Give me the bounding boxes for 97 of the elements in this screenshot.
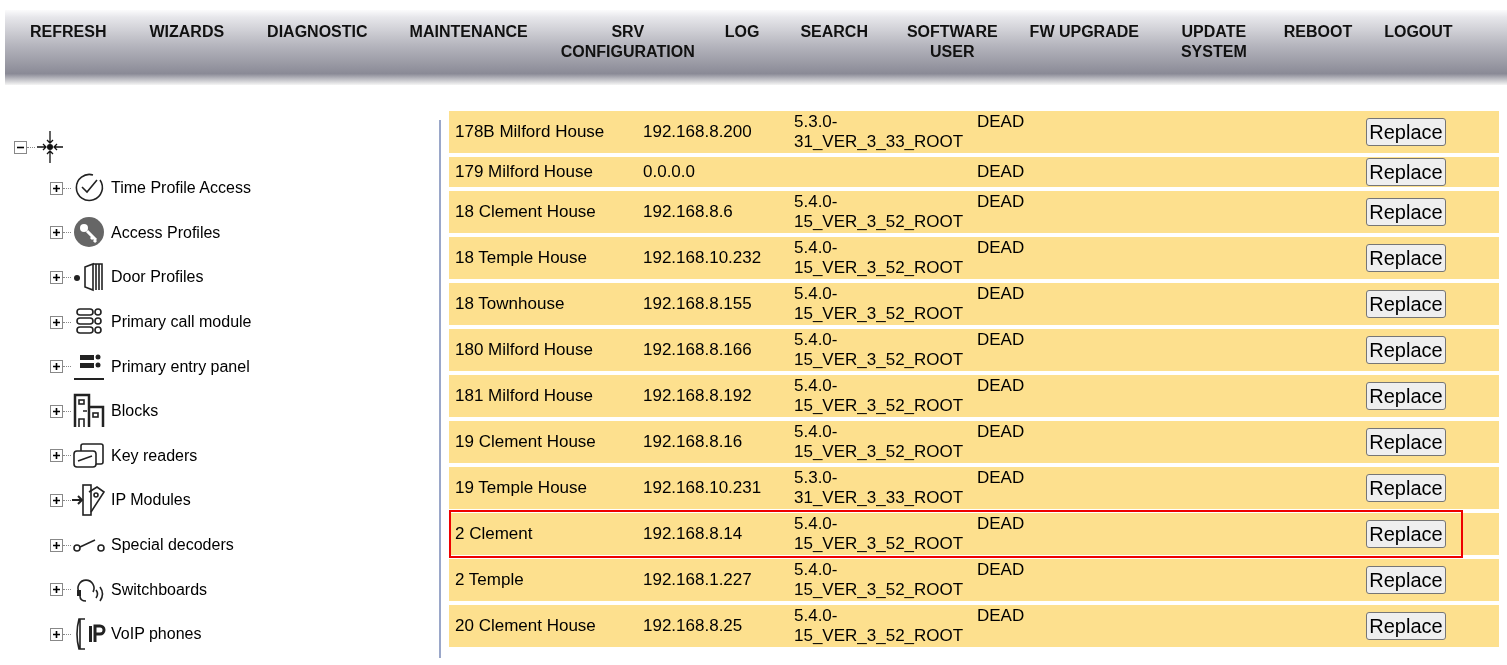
table-cell-text: 20 Clement House xyxy=(455,616,597,636)
expand-icon[interactable] xyxy=(50,627,63,641)
expand-icon[interactable] xyxy=(50,271,63,284)
table-cell-text: 192.168.1.227 xyxy=(643,570,753,590)
status-cell-text: DEAD xyxy=(977,192,1026,212)
crosshair-arrows-icon xyxy=(35,130,65,164)
status-cell-text: DEAD xyxy=(977,422,1026,442)
expand-icon[interactable] xyxy=(50,181,63,195)
table-cell-text: 192.168.10.232 xyxy=(643,248,763,268)
table-cell-text: 192.168.8.200 xyxy=(643,122,753,142)
status-cell-text: DEAD xyxy=(977,606,1026,626)
replace-button[interactable]: Replace xyxy=(1366,428,1446,456)
replace-button[interactable]: Replace xyxy=(1366,244,1446,272)
tree-item[interactable]: VoIP phones xyxy=(111,625,202,644)
menu-item[interactable]: REBOOT xyxy=(1283,22,1353,42)
replace-button[interactable]: Replace xyxy=(1366,382,1446,410)
table-cell-text: 2 Temple xyxy=(455,570,525,590)
expand-icon[interactable] xyxy=(50,226,63,240)
table-cell-text: 5.4.0-15_VER_3_52_ROOT xyxy=(794,284,965,324)
table-cell-text: 192.168.8.166 xyxy=(643,340,753,360)
table-cell-text: 0.0.0.0 xyxy=(643,162,696,182)
status-cell-text: DEAD xyxy=(977,468,1026,488)
menu-item[interactable]: SOFTWARE USER xyxy=(906,22,998,62)
table-cell-text: 179 Milford House xyxy=(455,162,594,182)
menu-item[interactable]: LOG xyxy=(724,22,760,42)
status-cell-text: DEAD xyxy=(977,162,1026,182)
table-cell-text: 5.4.0-15_VER_3_52_ROOT xyxy=(794,606,965,646)
collapse-icon[interactable] xyxy=(14,140,27,154)
table-cell-text: 192.168.8.14 xyxy=(643,524,744,544)
table-cell-text: 192.168.8.155 xyxy=(643,294,753,314)
menu-item[interactable]: FW UPGRADE xyxy=(1029,22,1139,42)
table-cell-text: 5.4.0-15_VER_3_52_ROOT xyxy=(794,560,965,600)
menu-item[interactable]: SEARCH xyxy=(800,22,868,42)
table-cell-text: 192.168.8.16 xyxy=(643,432,744,452)
menu-item[interactable]: MAINTENANCE xyxy=(409,22,528,42)
expand-icon[interactable] xyxy=(50,583,63,597)
status-cell-text: DEAD xyxy=(977,112,1026,132)
table-cell-text: 19 Clement House xyxy=(455,432,597,452)
tree-item[interactable]: Special decoders xyxy=(111,536,234,555)
tree-item[interactable]: Time Profile Access xyxy=(111,179,251,198)
tree-item[interactable]: Key readers xyxy=(111,446,198,465)
status-cell-text: DEAD xyxy=(977,560,1026,580)
status-cell-text: DEAD xyxy=(977,330,1026,350)
menu-item[interactable]: UPDATE SYSTEM xyxy=(1180,22,1247,62)
table-cell-text: 5.3.0-31_VER_3_33_ROOT xyxy=(794,468,965,508)
table-cell-text: 19 Temple House xyxy=(455,478,588,498)
network-module-icon xyxy=(71,482,107,519)
expand-icon[interactable] xyxy=(50,493,63,507)
table-cell-text: 192.168.8.25 xyxy=(643,616,744,636)
replace-button[interactable]: Replace xyxy=(1366,474,1446,502)
menu-item[interactable]: SRV CONFIGURATION xyxy=(560,22,695,62)
tree-item[interactable]: Access Profiles xyxy=(111,223,221,242)
replace-button[interactable]: Replace xyxy=(1366,158,1446,186)
replace-button[interactable]: Replace xyxy=(1366,198,1446,226)
table-cell-text: 5.4.0-15_VER_3_52_ROOT xyxy=(794,192,965,232)
replace-button[interactable]: Replace xyxy=(1366,290,1446,318)
table-cell-text: 192.168.8.6 xyxy=(643,202,734,222)
table-cell-text: 192.168.10.231 xyxy=(643,478,763,498)
table-cell-text: 5.4.0-15_VER_3_52_ROOT xyxy=(794,238,965,278)
table-cell-text: 5.4.0-15_VER_3_52_ROOT xyxy=(794,422,965,462)
table-cell-text: 181 Milford House xyxy=(455,386,594,406)
tree-item[interactable]: Primary entry panel xyxy=(111,357,250,376)
replace-button[interactable]: Replace xyxy=(1366,118,1446,146)
table-cell-text: 5.4.0-15_VER_3_52_ROOT xyxy=(794,514,965,554)
table-cell-text: 18 Temple House xyxy=(455,248,588,268)
menu-item[interactable]: WIZARDS xyxy=(149,22,225,42)
expand-icon[interactable] xyxy=(50,404,63,418)
status-cell-text: DEAD xyxy=(977,284,1026,304)
replace-button[interactable]: Replace xyxy=(1366,520,1446,548)
expand-icon[interactable] xyxy=(50,449,63,463)
table-cell-text: 18 Clement House xyxy=(455,202,597,222)
tree-item[interactable]: Blocks xyxy=(111,402,159,421)
building-icon xyxy=(71,393,107,430)
table-cell-text: 192.168.8.192 xyxy=(643,386,753,406)
status-cell-text: DEAD xyxy=(977,514,1026,534)
tree-item[interactable]: Switchboards xyxy=(111,580,208,599)
status-cell-text: DEAD xyxy=(977,238,1026,258)
expand-icon[interactable] xyxy=(50,360,63,374)
table-cell-text: 18 Townhouse xyxy=(455,294,566,314)
tree-item[interactable]: Primary call module xyxy=(111,313,252,332)
replace-button[interactable]: Replace xyxy=(1366,612,1446,640)
replace-button[interactable]: Replace xyxy=(1366,336,1446,364)
menu-item[interactable]: REFRESH xyxy=(30,22,107,42)
table-cell-text: 178B Milford House xyxy=(455,122,606,142)
menu-item[interactable]: LOGOUT xyxy=(1384,22,1453,42)
status-cell-text: DEAD xyxy=(977,376,1026,396)
expand-icon[interactable] xyxy=(50,538,63,552)
menu-item[interactable]: DIAGNOSTIC xyxy=(267,22,368,42)
replace-button[interactable]: Replace xyxy=(1366,566,1446,594)
expand-icon[interactable] xyxy=(50,315,63,329)
table-cell-text: 5.4.0-15_VER_3_52_ROOT xyxy=(794,376,965,416)
tree-item[interactable]: IP Modules xyxy=(111,491,191,510)
table-cell-text: 5.4.0-15_VER_3_52_ROOT xyxy=(794,330,965,370)
tree-item[interactable]: Door Profiles xyxy=(111,268,204,287)
table-cell-text: 180 Milford House xyxy=(455,340,594,360)
table-cell-text: 2 Clement xyxy=(455,524,534,544)
table-cell-text: 5.3.0-31_VER_3_33_ROOT xyxy=(794,112,965,152)
